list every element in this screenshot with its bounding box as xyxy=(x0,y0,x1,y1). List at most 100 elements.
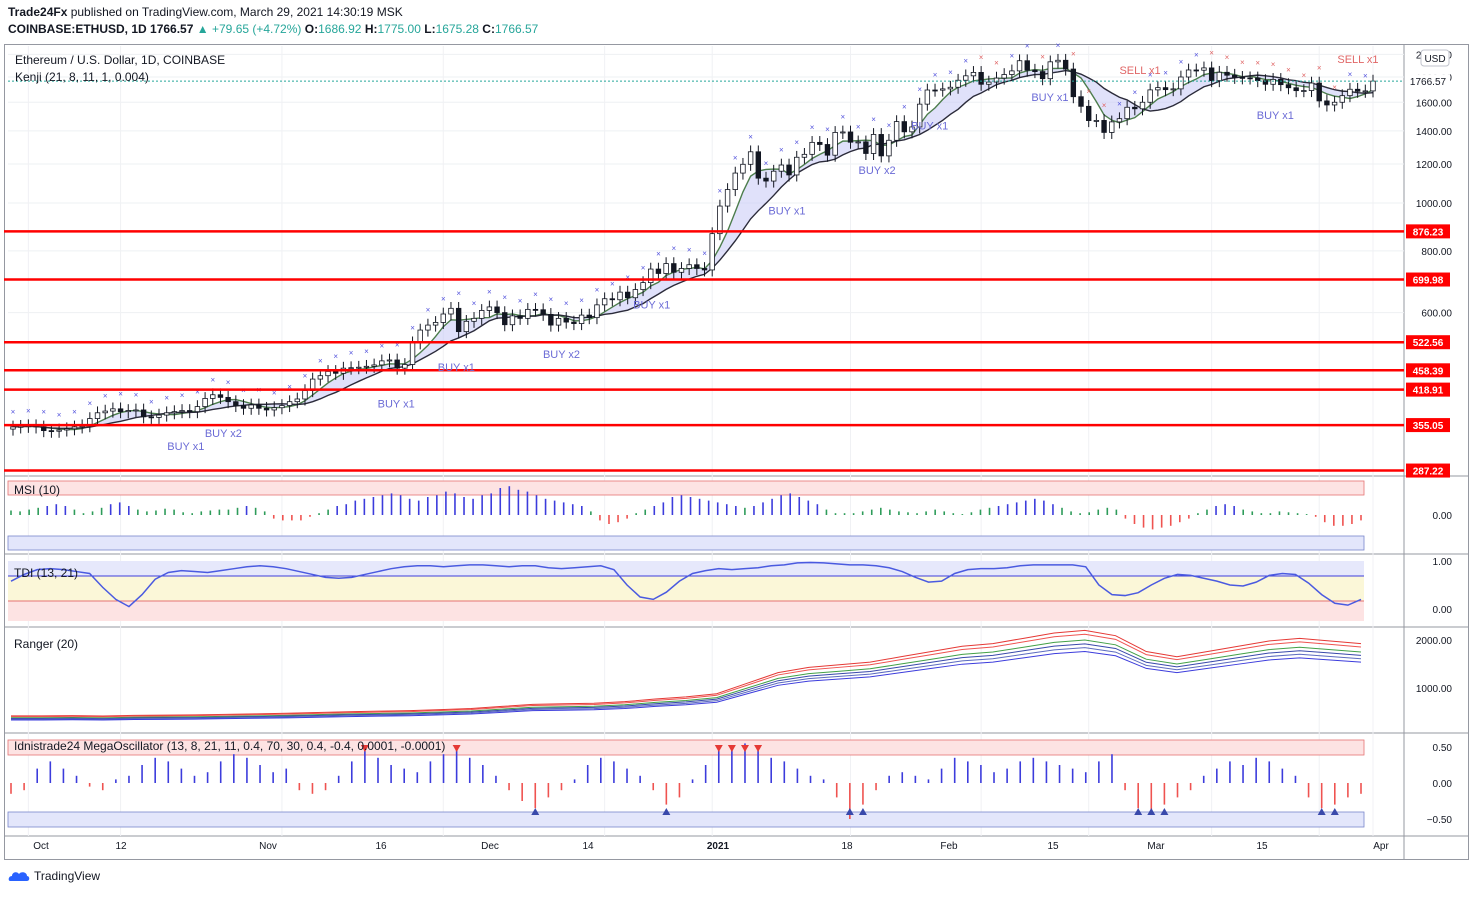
candle-down xyxy=(333,371,339,374)
time-tick-label: Dec xyxy=(481,841,499,852)
mega-tick-label: −0.50 xyxy=(1427,815,1453,826)
msi-upper-band xyxy=(7,480,1365,496)
kenji-dot-marker: × xyxy=(1363,72,1368,81)
candle-up xyxy=(740,163,746,174)
kenji-dot-marker: × xyxy=(1286,65,1291,74)
candle-down xyxy=(263,407,270,411)
candle-down xyxy=(932,89,938,92)
kenji-dot-marker: × xyxy=(533,290,538,299)
sell-signal-label: SELL x1 xyxy=(1337,54,1378,66)
kenji-dot-marker: × xyxy=(349,348,354,357)
buy-signal-label: BUY x1 xyxy=(1257,110,1294,122)
candle-down xyxy=(148,416,154,419)
buy-signal-label: BUY x2 xyxy=(205,428,242,440)
candle-up xyxy=(1308,82,1315,91)
candle-up xyxy=(1047,61,1053,80)
time-tick-label: 14 xyxy=(582,841,594,852)
candle-up xyxy=(947,86,954,90)
kenji-dot-marker: × xyxy=(595,286,600,295)
candle-down xyxy=(41,426,47,432)
kenji-dot-marker: × xyxy=(579,296,584,305)
candle-up xyxy=(64,428,70,431)
kenji-dot-marker: × xyxy=(687,245,692,254)
candle-down xyxy=(532,308,539,311)
candle-up xyxy=(1185,69,1192,78)
time-tick-label: Apr xyxy=(1373,841,1389,852)
candle-down xyxy=(1354,88,1361,92)
kenji-dot-marker: × xyxy=(887,121,892,130)
kenji-dot-marker: × xyxy=(57,411,62,420)
candle-down xyxy=(517,315,523,319)
kenji-dot-marker: × xyxy=(1056,41,1061,50)
level-tag-label: 458.39 xyxy=(1413,366,1444,377)
candle-down xyxy=(1039,71,1046,80)
tradingview-brand: TradingView xyxy=(34,869,101,883)
buy-signal-label: BUY x1 xyxy=(378,399,415,411)
candle-down xyxy=(824,144,831,156)
price-tick-label: 1200.00 xyxy=(1416,160,1453,171)
candle-down xyxy=(1078,96,1084,107)
tdi-lower-zone xyxy=(8,601,1364,621)
candle-down xyxy=(609,298,616,301)
price-tick-label: 600.00 xyxy=(1421,309,1452,320)
candle-up xyxy=(402,364,408,369)
mega-buy-marker xyxy=(858,808,867,815)
level-tag-label: 287.22 xyxy=(1413,467,1444,478)
level-tag-label: 355.05 xyxy=(1413,421,1444,432)
candle-down xyxy=(763,177,769,182)
kenji-dot-marker: × xyxy=(764,159,769,168)
mega-buy-marker xyxy=(1160,808,1169,815)
kenji-cloud xyxy=(13,68,1373,430)
candle-up xyxy=(963,75,969,81)
kenji-dot-marker: × xyxy=(1071,50,1076,59)
candle-up xyxy=(1339,95,1345,103)
candle-up xyxy=(709,233,715,271)
ranger-line xyxy=(11,651,1362,721)
candle-up xyxy=(801,153,808,158)
ranger-line xyxy=(11,639,1362,719)
candle-up xyxy=(1347,88,1353,97)
buy-signal-label: BUY x2 xyxy=(543,349,580,361)
kenji-dot-marker: × xyxy=(103,392,108,401)
kenji-dot-marker: × xyxy=(656,250,661,259)
candle-down xyxy=(494,306,500,313)
kenji-dot-marker: × xyxy=(502,293,507,302)
mega-buy-marker xyxy=(662,808,671,815)
kenji-dot-marker: × xyxy=(840,113,845,122)
candle-up xyxy=(509,315,516,326)
kenji-dot-marker: × xyxy=(963,56,968,65)
kenji-dot-marker: × xyxy=(733,154,738,163)
candle-up xyxy=(479,310,485,319)
last-price-tag-label: 1766.57 xyxy=(1410,77,1447,88)
kenji-dot-marker: × xyxy=(226,378,231,387)
kenji-dot-marker: × xyxy=(26,406,31,415)
sell-signal-label: SELL x1 xyxy=(1119,65,1160,77)
buy-signal-label: BUY x1 xyxy=(438,362,475,374)
kenji-dot-marker: × xyxy=(718,187,723,196)
candle-down xyxy=(1285,84,1292,89)
candle-up xyxy=(1109,121,1115,133)
kenji-dot-marker: × xyxy=(1010,52,1015,61)
candle-down xyxy=(548,313,554,326)
candle-up xyxy=(202,398,208,408)
candle-up xyxy=(448,307,454,315)
kenji-dot-marker: × xyxy=(1348,70,1353,79)
currency-label: USD xyxy=(1424,54,1445,65)
candle-up xyxy=(1009,70,1015,75)
candle-up xyxy=(179,410,185,413)
candle-down xyxy=(1224,71,1230,76)
mega-tick-label: 0.00 xyxy=(1433,779,1453,790)
mega-lower-band xyxy=(7,811,1365,828)
candle-down xyxy=(1062,59,1069,70)
candle-down xyxy=(878,134,884,157)
candle-down xyxy=(117,408,124,413)
candle-up xyxy=(71,426,78,430)
chart-canvas[interactable]: 600.00 800.00 1000.00 1200.00 1400.00 1600.00… xyxy=(0,0,1475,897)
tradingview-logo[interactable]: TradingView xyxy=(8,869,100,883)
tradingview-cloud-icon xyxy=(8,872,30,881)
mega-buy-marker xyxy=(1330,808,1339,815)
kenji-dot-marker: × xyxy=(210,375,215,384)
mega-buy-marker xyxy=(531,808,540,815)
candle-down xyxy=(755,151,762,179)
time-tick-label: Oct xyxy=(33,841,49,852)
